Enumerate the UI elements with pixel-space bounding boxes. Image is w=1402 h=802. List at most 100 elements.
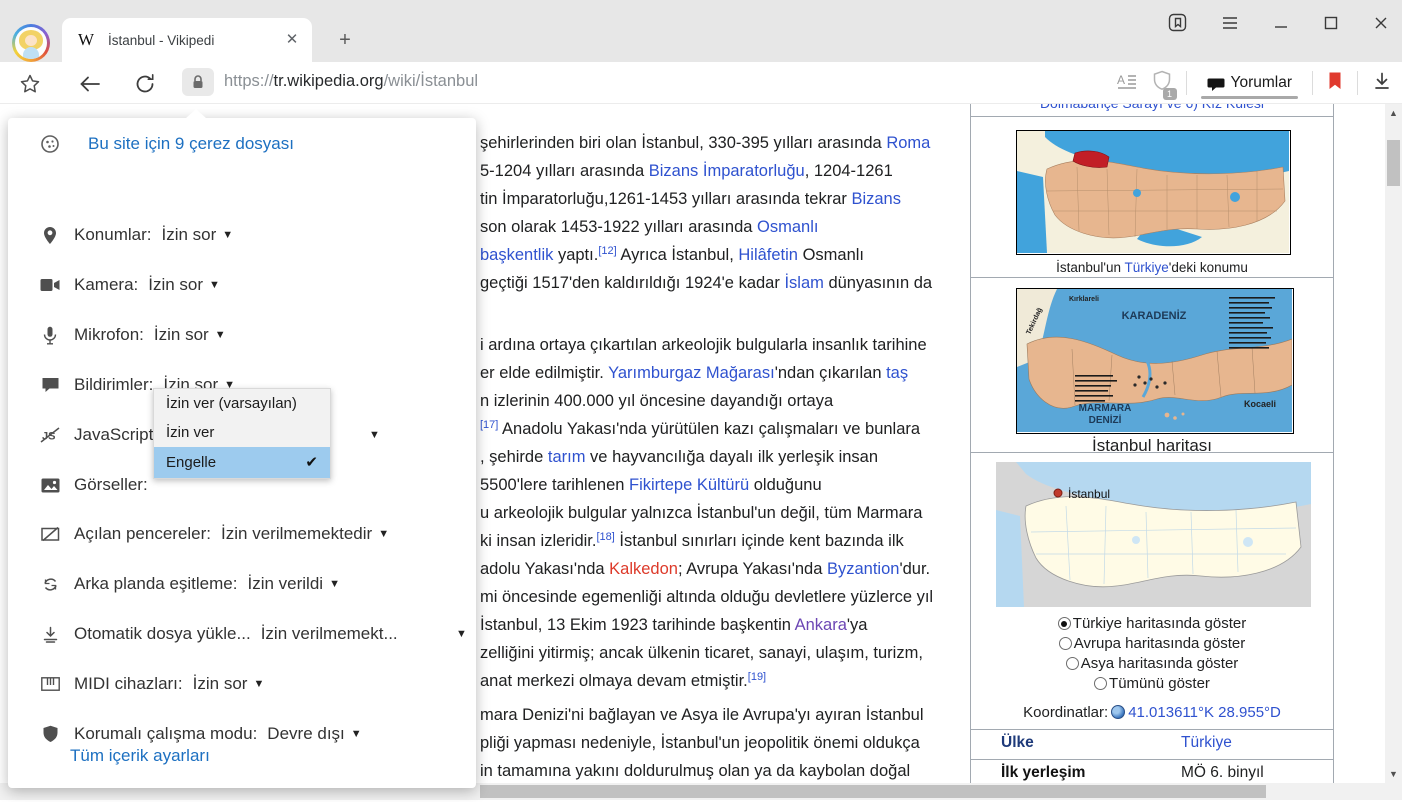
maximize-icon[interactable] (1322, 14, 1340, 32)
radio-icon[interactable] (1094, 677, 1107, 690)
favorites-star-icon[interactable] (16, 70, 44, 98)
tab-close-icon[interactable]: ✕ (282, 30, 302, 50)
scroll-up-arrow[interactable]: ▲ (1385, 104, 1402, 122)
article-line: n izlerinin 400.000 yıl öncesine dayandı… (480, 392, 833, 411)
map2-kirklareli-label: Kırklareli (1069, 296, 1099, 303)
collections-icon[interactable] (1167, 12, 1188, 33)
dropdown-caret-icon[interactable]: ▼ (253, 678, 264, 690)
profile-avatar[interactable] (12, 24, 50, 62)
wiki-link[interactable]: tarım (548, 448, 586, 466)
dropdown-option-i-zin-ver[interactable]: İzin ver (154, 418, 330, 447)
tracking-shield-icon[interactable]: 1 (1152, 70, 1172, 97)
new-tab-button[interactable]: + (331, 27, 359, 55)
dropdown-caret-icon[interactable]: ▼ (215, 329, 226, 341)
reader-mode-icon[interactable]: A (1116, 71, 1138, 96)
wiki-link[interactable]: Byzantion (827, 560, 899, 578)
back-icon[interactable] (76, 70, 104, 98)
permission-row-microphone: Mikrofon:İzin sor▼ (38, 318, 226, 352)
reference-link[interactable]: [17] (480, 419, 498, 431)
dropdown-caret-icon[interactable]: ▼ (351, 728, 362, 740)
wiki-link[interactable]: Roma (886, 134, 930, 152)
reload-icon[interactable] (131, 70, 159, 98)
radio-selected-icon[interactable] (1058, 617, 1071, 630)
dropdown-caret-icon[interactable]: ▼ (329, 578, 340, 590)
permission-value-dropdown[interactable]: İzin sor (193, 674, 248, 694)
wiki-link[interactable]: Hilâfetin (738, 246, 798, 264)
radio-t-rkiye-haritas-nda-g-ster[interactable]: Türkiye haritasında göster (971, 614, 1333, 634)
wiki-link[interactable]: Osmanlı (757, 218, 818, 236)
permission-value-dropdown[interactable]: İzin sor (154, 325, 209, 345)
dropdown-caret-icon[interactable]: ▼ (369, 429, 380, 441)
article-line: son olarak 1453-1922 yılları arasında Os… (480, 218, 818, 237)
turkiye-link[interactable]: Türkiye (1125, 260, 1169, 275)
wiki-link[interactable]: taş (886, 364, 908, 382)
minimize-icon[interactable] (1272, 14, 1290, 32)
reference-link[interactable]: [18] (596, 531, 614, 543)
coordinates-link[interactable]: 41.013611°K 28.955°D (1128, 704, 1281, 721)
permission-label: Kamera: (74, 275, 138, 295)
permission-label: JavaScript: (74, 425, 158, 445)
permission-value-dropdown[interactable]: Devre dışı (267, 724, 344, 744)
turkey-locator-map[interactable]: İstanbul (996, 462, 1311, 607)
caption-text: 'deki konumu (1169, 260, 1248, 275)
site-info-lock-button[interactable] (182, 68, 214, 96)
permission-value-dropdown[interactable]: İzin sor (148, 275, 203, 295)
all-content-settings-link[interactable]: Tüm içerik ayarları (70, 746, 210, 766)
map-display-options: Türkiye haritasında gösterAvrupa haritas… (971, 614, 1333, 694)
cookies-link[interactable]: Bu site için 9 çerez dosyası (88, 134, 294, 154)
article-text: adolu Yakası'nda (480, 560, 609, 578)
wiki-link[interactable]: Bizans İmparatorluğu (649, 162, 805, 180)
address-bar[interactable]: https://tr.wikipedia.org/wiki/İstanbul (224, 72, 478, 91)
wiki-link[interactable]: Türkiye (1181, 734, 1232, 752)
scroll-down-arrow[interactable]: ▼ (1385, 765, 1402, 783)
dropdown-option-i-zin-ver-varsay-lan-[interactable]: İzin ver (varsayılan) (154, 389, 330, 418)
horizontal-scroll-thumb[interactable] (480, 785, 1266, 798)
menu-icon[interactable] (1220, 15, 1240, 31)
istanbul-districts-map[interactable]: KARADENİZ MARMARA DENİZİ Kocaeli Kırklar… (1016, 288, 1294, 434)
permission-value-dropdown[interactable]: İzin sor (161, 225, 216, 245)
permission-value-dropdown[interactable]: İzin verilmemektedir (221, 524, 372, 544)
turkey-location-map[interactable] (1016, 130, 1291, 255)
permission-value-dropdown[interactable]: İzin verildi (247, 574, 323, 594)
vertical-scrollbar[interactable]: ▲ ▼ (1385, 104, 1402, 783)
radio-icon[interactable] (1059, 637, 1072, 650)
article-text: Ayrıca İstanbul, (617, 246, 739, 264)
wiki-link[interactable]: Fikirtepe Kültürü (629, 476, 749, 494)
wiki-link[interactable]: İslam (784, 274, 823, 292)
article-text: i ardına ortaya çıkartılan arkeolojik bu… (480, 336, 927, 354)
article-line: in tamamına yakını doldurulmuş olan ya d… (480, 762, 910, 781)
article-line: u arkeolojik bulgular yalnızca İstanbul'… (480, 504, 922, 523)
radio-avrupa-haritas-nda-g-ster[interactable]: Avrupa haritasında göster (971, 634, 1333, 654)
tab-istanbul-vikipedi[interactable]: W İstanbul - Vikipedi ✕ (62, 18, 312, 62)
radio-asya-haritas-nda-g-ster[interactable]: Asya haritasında göster (971, 654, 1333, 674)
radio-t-m-n-g-ster[interactable]: Tümünü göster (971, 674, 1333, 694)
vertical-scroll-thumb[interactable] (1387, 140, 1400, 186)
permission-value-dropdown[interactable]: İzin verilmemekt... (261, 624, 398, 644)
reference-link[interactable]: [12] (598, 245, 616, 257)
wiki-link[interactable]: Bizans (851, 190, 901, 208)
bookmark-icon[interactable] (1327, 71, 1343, 96)
article-text: u arkeolojik bulgular yalnızca İstanbul'… (480, 504, 922, 522)
wiki-link[interactable]: başkentlik (480, 246, 553, 264)
comments-button[interactable]: Yorumlar (1201, 74, 1298, 92)
radio-icon[interactable] (1066, 657, 1079, 670)
permission-label: MIDI cihazları: (74, 674, 183, 694)
article-text: zelliğini yitirmiş; ancak ülkenin ticare… (480, 644, 923, 662)
wiki-link[interactable]: Yarımburgaz Mağarası (608, 364, 775, 382)
comments-underline (1201, 96, 1298, 99)
panel-notch (186, 109, 206, 118)
article-line: zelliğini yitirmiş; ancak ülkenin ticare… (480, 644, 923, 663)
reference-link[interactable]: [19] (748, 671, 766, 683)
dropdown-caret-icon[interactable]: ▼ (222, 229, 233, 241)
dropdown-option-engelle[interactable]: Engelle✔ (154, 447, 330, 478)
dropdown-caret-icon[interactable]: ▼ (378, 528, 389, 540)
downloads-icon[interactable] (1372, 71, 1392, 96)
close-window-icon[interactable] (1372, 14, 1390, 32)
dropdown-caret-icon[interactable]: ▼ (456, 628, 467, 640)
permission-row-background-sync: Arka planda eşitleme:İzin verildi▼ (38, 567, 340, 601)
article-text: 5-1204 yılları arasında (480, 162, 649, 180)
wiki-link[interactable]: Kalkedon (609, 560, 678, 578)
dropdown-caret-icon[interactable]: ▼ (209, 279, 220, 291)
wiki-link[interactable]: Ankara (795, 616, 847, 634)
url-path: /wiki/İstanbul (384, 72, 478, 90)
